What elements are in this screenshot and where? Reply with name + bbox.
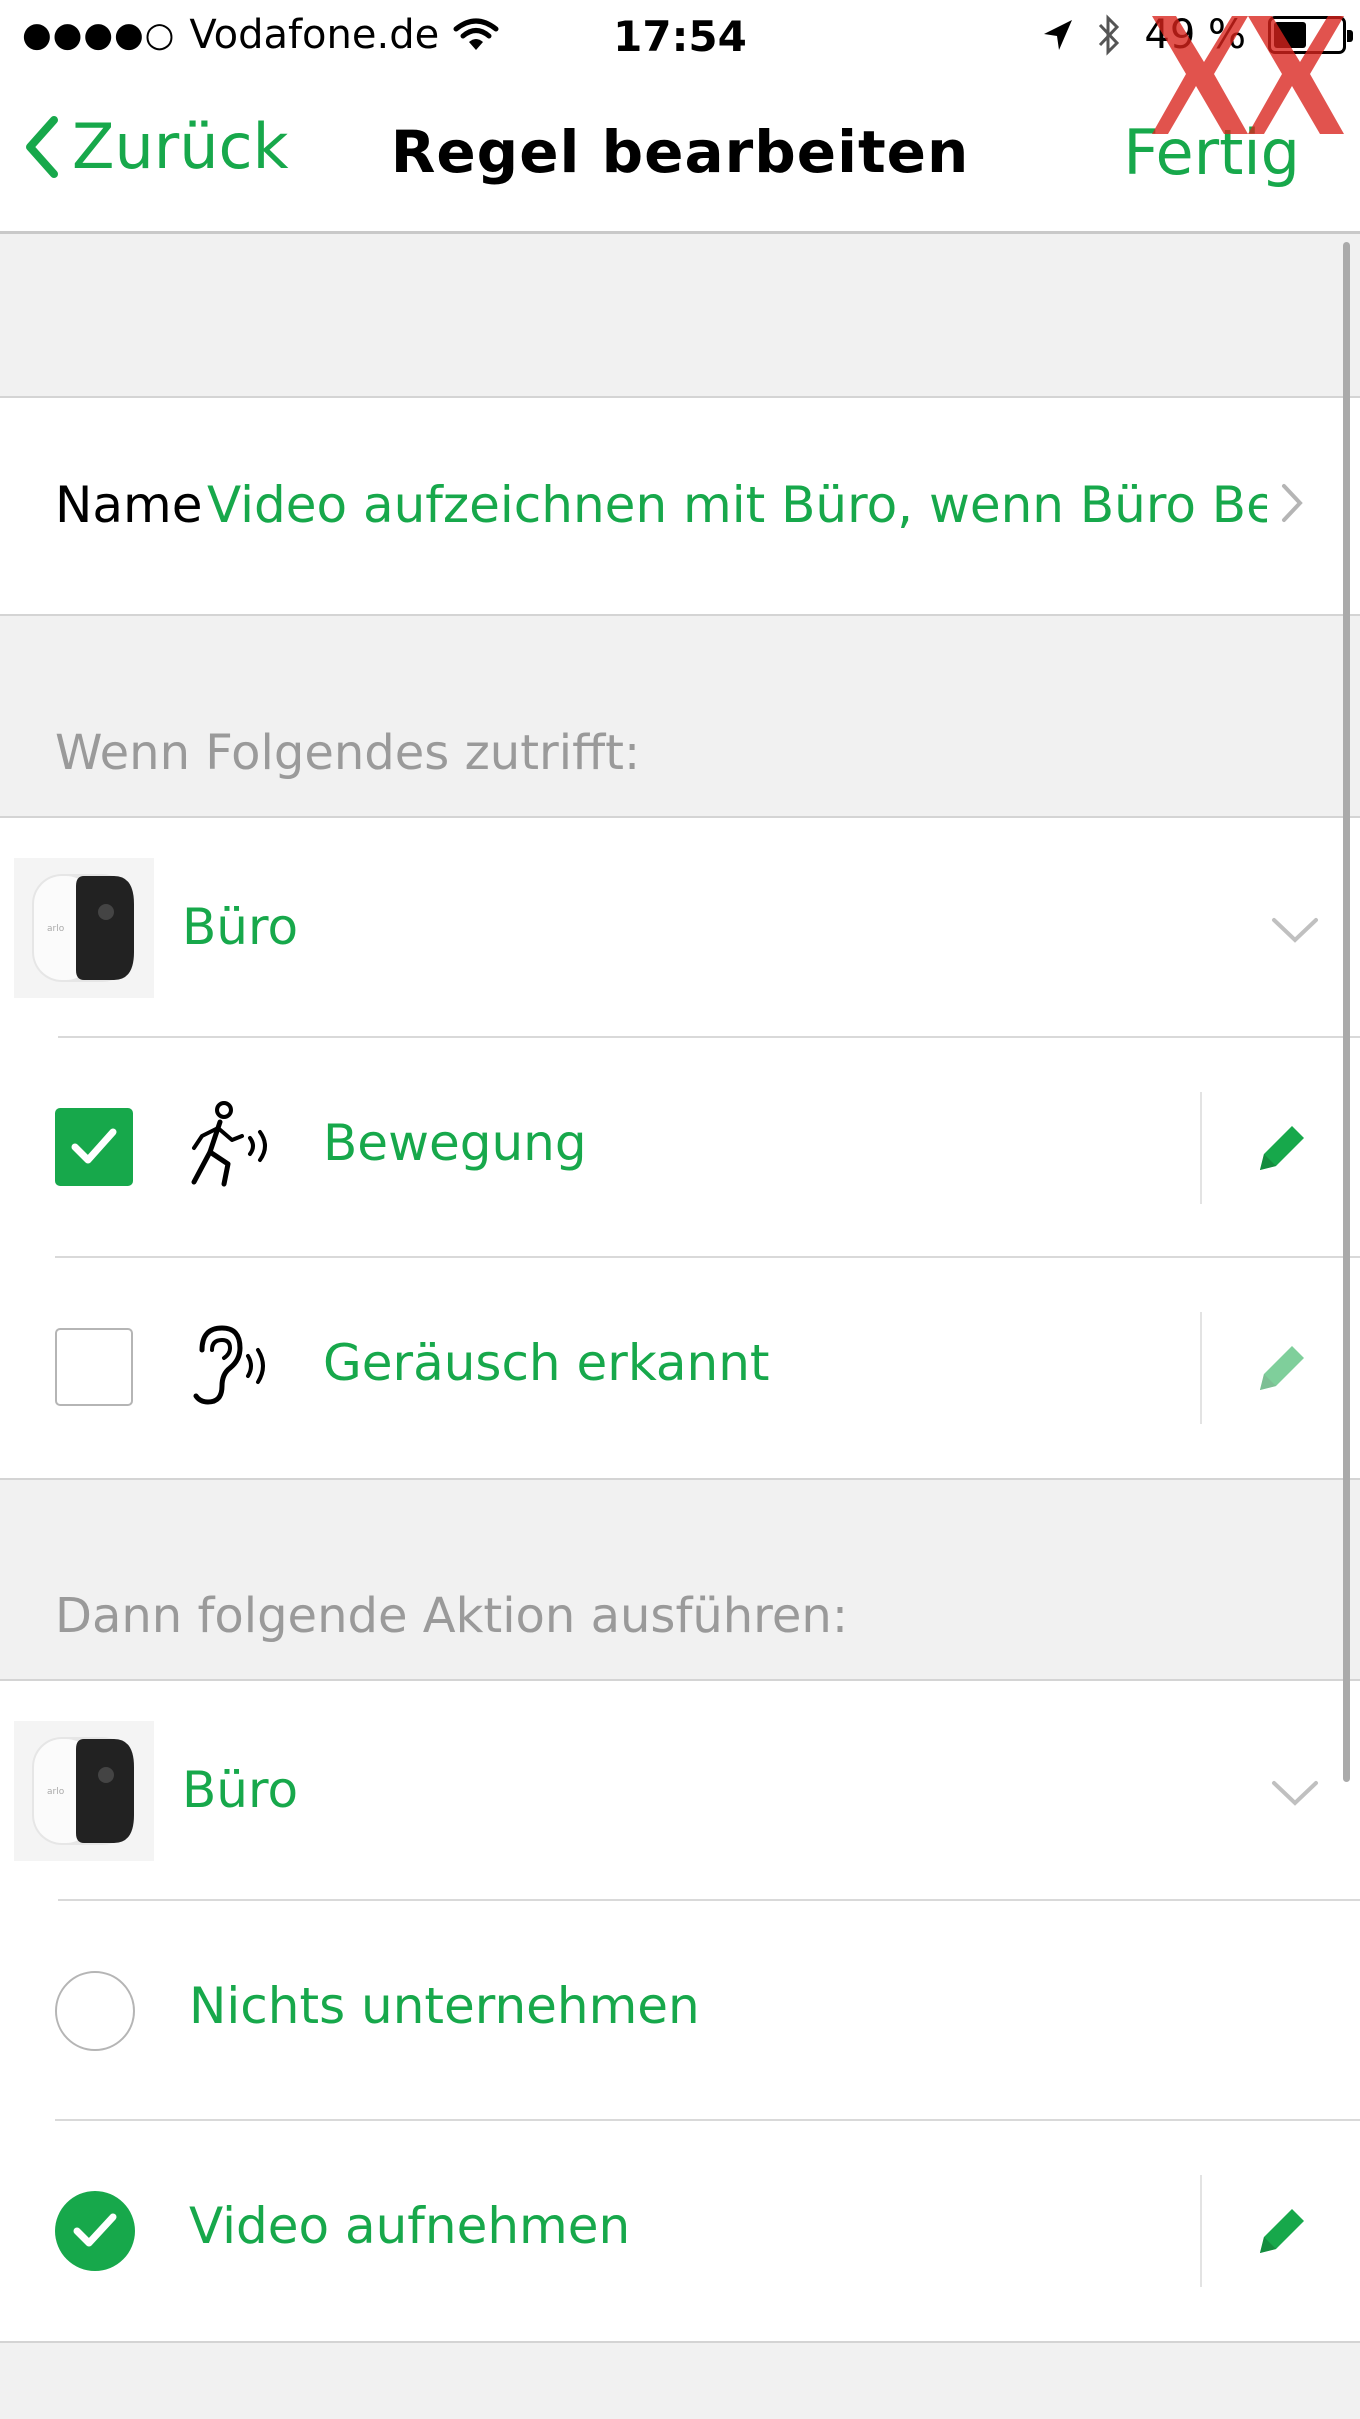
motion-checkbox[interactable] — [55, 1108, 133, 1186]
divider — [1200, 2175, 1202, 2287]
checkmark-icon — [71, 1128, 117, 1164]
nothing-label: Nichts unternehmen — [189, 1977, 700, 2035]
motion-icon — [191, 1101, 267, 1187]
edit-pencil-icon[interactable] — [1254, 1120, 1310, 1176]
action-row-record[interactable]: Video aufnehmen — [0, 2121, 1360, 2341]
edit-pencil-icon[interactable] — [1254, 2203, 1310, 2259]
camera-thumbnail: arlo — [14, 1721, 154, 1861]
actions-header: Dann folgende Aktion ausführen: — [55, 1588, 848, 1644]
svg-text:arlo: arlo — [47, 1787, 65, 1797]
conditions-header: Wenn Folgendes zutrifft: — [55, 725, 641, 781]
name-row[interactable]: Name Video aufzeichnen mit Büro, wenn Bü… — [0, 396, 1360, 616]
conditions-section: arlo Büro Bewegung Geräusch erkannt — [0, 816, 1360, 1480]
bluetooth-icon — [1099, 14, 1120, 56]
location-arrow-icon — [1044, 20, 1073, 50]
action-device-row[interactable]: arlo Büro — [0, 1681, 1360, 1901]
nothing-radio[interactable] — [55, 1971, 135, 2051]
trigger-row-sound: Geräusch erkannt — [0, 1258, 1360, 1478]
record-video-label: Video aufnehmen — [189, 2197, 631, 2255]
name-label: Name — [55, 476, 203, 534]
condition-device-row[interactable]: arlo Büro — [0, 818, 1360, 1038]
watermark-logo — [1152, 16, 1344, 134]
edit-pencil-icon[interactable] — [1254, 1340, 1310, 1396]
trigger-row-motion: Bewegung — [0, 1038, 1360, 1258]
divider — [1200, 1312, 1202, 1424]
condition-device-name: Büro — [182, 898, 299, 956]
record-video-radio[interactable] — [55, 2191, 135, 2271]
action-device-name: Büro — [182, 1761, 299, 1819]
actions-section: arlo Büro Nichts unternehmen Video aufne… — [0, 1679, 1360, 2343]
ear-sound-icon — [193, 1325, 265, 1405]
svg-text:arlo: arlo — [47, 924, 65, 934]
divider — [1200, 1092, 1202, 1204]
sound-label: Geräusch erkannt — [323, 1334, 770, 1392]
scrollbar[interactable] — [1343, 242, 1350, 1782]
chevron-down-icon[interactable] — [1270, 916, 1320, 944]
motion-label: Bewegung — [323, 1114, 587, 1172]
checkmark-icon — [73, 2213, 117, 2247]
camera-thumbnail: arlo — [14, 858, 154, 998]
sound-checkbox[interactable] — [55, 1328, 133, 1406]
name-value: Video aufzeichnen mit Büro, wenn Büro Be… — [207, 476, 1267, 534]
chevron-right-icon — [1282, 484, 1303, 522]
action-row-nothing[interactable]: Nichts unternehmen — [0, 1901, 1360, 2121]
chevron-down-icon[interactable] — [1270, 1779, 1320, 1807]
